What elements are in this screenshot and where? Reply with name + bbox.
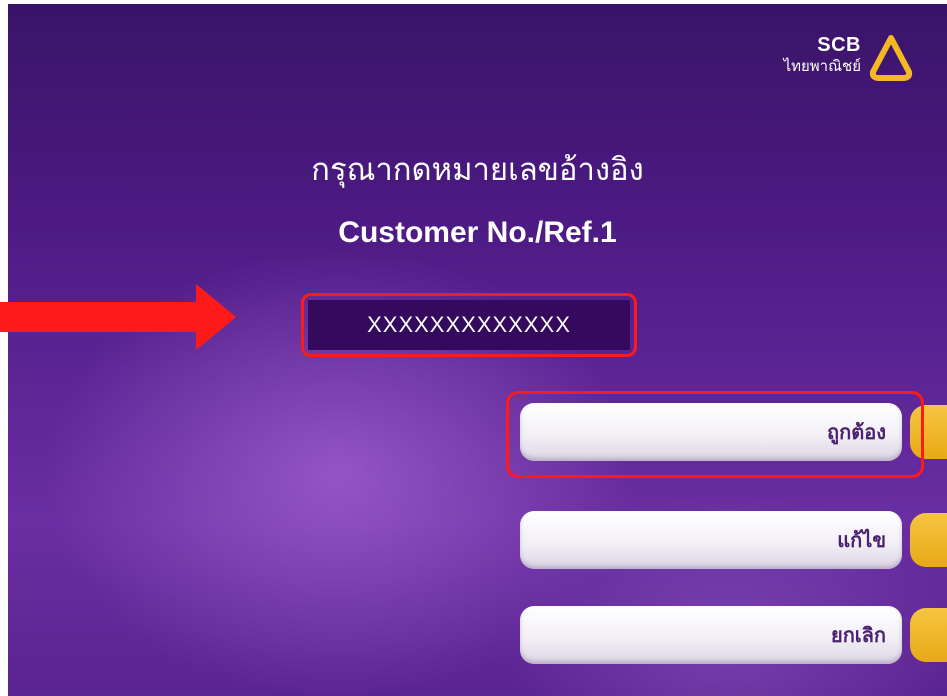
confirm-highlight-box [506, 391, 924, 478]
cancel-button[interactable]: ยกเลิก [520, 606, 902, 664]
edit-button[interactable]: แก้ไข [520, 511, 902, 569]
edit-button-tab[interactable] [910, 513, 947, 567]
edit-button-row: แก้ไข [506, 505, 947, 575]
atm-frame: SCB ไทยพาณิชย์ กรุณากดหมายเลขอ้างอิง Cus… [0, 0, 947, 696]
scb-lotus-icon [869, 35, 913, 81]
logo-text: SCB ไทยพาณิชย์ [784, 34, 861, 76]
reference-number-value: XXXXXXXXXXXXX [308, 300, 630, 350]
reference-number-field[interactable]: XXXXXXXXXXXXX [301, 293, 637, 357]
cancel-button-tab[interactable] [910, 608, 947, 662]
logo-brand: SCB [817, 34, 861, 56]
cancel-button-row: ยกเลิก [506, 600, 947, 670]
pointer-arrow-icon [0, 284, 236, 350]
logo-thai-name: ไทยพาณิชย์ [783, 57, 861, 75]
title-thai: กรุณากดหมายเลขอ้างอิง [311, 152, 644, 188]
title-english: Customer No./Ref.1 [338, 216, 617, 249]
scb-logo: SCB ไทยพาณิชย์ [753, 30, 913, 90]
